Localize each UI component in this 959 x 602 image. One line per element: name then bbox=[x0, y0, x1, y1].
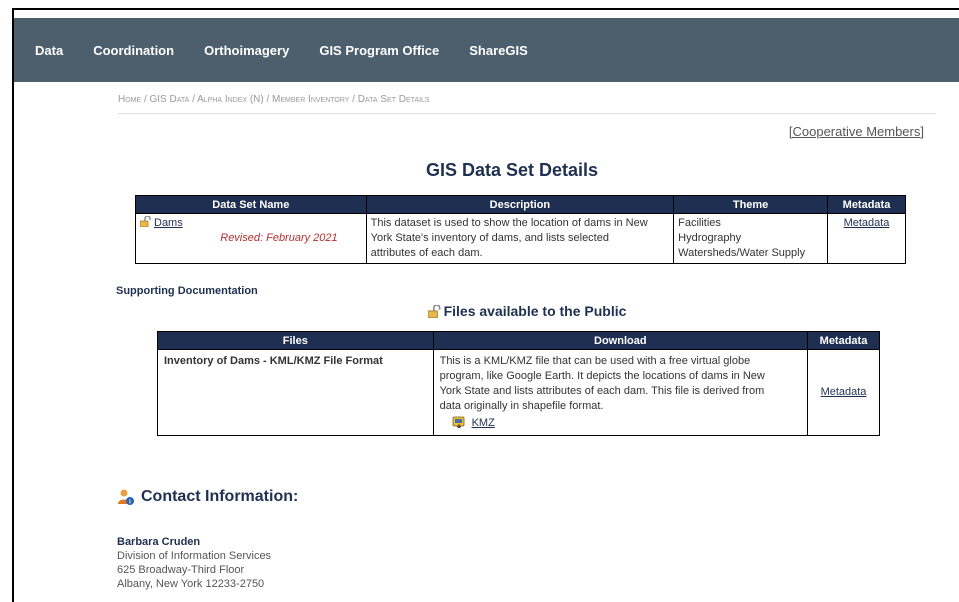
files-public-title: Files available to the Public bbox=[0, 303, 959, 319]
col-header-metadata: Metadata bbox=[827, 195, 906, 214]
description-line: This dataset is used to show the locatio… bbox=[370, 217, 648, 229]
description-line: attributes of each dam. bbox=[370, 247, 483, 259]
description-cell: This dataset is used to show the locatio… bbox=[365, 213, 675, 264]
table-row: Dams Revised: February 2021 This dataset… bbox=[135, 213, 906, 264]
theme-item: Facilities bbox=[678, 217, 721, 229]
dataset-link-dams[interactable]: Dams bbox=[154, 217, 183, 229]
theme-item: Hydrography bbox=[678, 232, 742, 244]
contact-title: Contact Information: bbox=[141, 488, 299, 505]
supporting-documentation-title: Supporting Documentation bbox=[116, 285, 258, 297]
metadata-link[interactable]: Metadata bbox=[844, 217, 890, 229]
file-metadata-link[interactable]: Metadata bbox=[821, 386, 867, 398]
cooperative-members-link[interactable]: [Cooperative Members] bbox=[789, 124, 924, 139]
revised-date: Revised: February 2021 bbox=[220, 232, 338, 244]
contact-line: 625 Broadway-Third Floor bbox=[117, 564, 245, 576]
contact-line: Albany, New York 12233-2750 bbox=[117, 578, 265, 590]
download-file-icon bbox=[452, 416, 464, 428]
contact-person-icon: i bbox=[118, 489, 134, 506]
download-line: York State and lists attributes of each … bbox=[439, 385, 765, 397]
page-title: GIS Data Set Details bbox=[425, 160, 599, 180]
main-navbar: Data Coordination Orthoimagery GIS Progr… bbox=[14, 18, 959, 82]
col-header-theme: Theme bbox=[673, 195, 829, 214]
kmz-link[interactable]: KMZ bbox=[472, 417, 495, 429]
col-header-name: Data Set Name bbox=[135, 195, 367, 214]
files-table-header: Files Download Metadata bbox=[157, 331, 880, 350]
col-header-files: Files bbox=[157, 331, 434, 350]
files-table: Files Download Metadata Inventory of Dam… bbox=[157, 331, 880, 436]
contact-line: Division of Information Services bbox=[117, 550, 272, 562]
files-public-label: Files available to the Public bbox=[443, 303, 627, 319]
contact-name: Barbara Cruden bbox=[117, 536, 201, 548]
download-line: This is a KML/KMZ file that can be used … bbox=[439, 355, 751, 367]
download-line: program, like Google Earth. It depicts t… bbox=[439, 370, 765, 382]
nav-item-data[interactable]: Data bbox=[35, 43, 63, 58]
file-name-cell: Inventory of Dams - KML/KMZ File Format bbox=[157, 349, 434, 436]
table-row: Inventory of Dams - KML/KMZ File Format … bbox=[157, 349, 880, 436]
download-line: data originally in shapefile format. bbox=[439, 400, 604, 412]
col-header-file-metadata: Metadata bbox=[807, 331, 880, 350]
breadcrumb[interactable]: Home / GIS Data / Alpha Index (N) / Memb… bbox=[118, 94, 936, 114]
metadata-cell: Metadata bbox=[827, 213, 906, 264]
kmz-download[interactable]: KMZ bbox=[440, 416, 801, 431]
cooperative-members-label[interactable]: Cooperative Members bbox=[792, 124, 920, 139]
file-metadata-cell: Metadata bbox=[807, 349, 880, 436]
col-header-description: Description bbox=[365, 195, 675, 214]
download-cell: This is a KML/KMZ file that can be used … bbox=[432, 349, 809, 436]
nav-item-gis-program-office[interactable]: GIS Program Office bbox=[319, 43, 439, 58]
nav-item-coordination[interactable]: Coordination bbox=[93, 43, 174, 58]
contact-info: Barbara Cruden Division of Information S… bbox=[117, 535, 271, 591]
unlock-icon bbox=[140, 216, 151, 227]
nav-item-sharegis[interactable]: ShareGIS bbox=[469, 43, 528, 58]
col-header-download: Download bbox=[432, 331, 809, 350]
dataset-table-header: Data Set Name Description Theme Metadata bbox=[135, 195, 906, 214]
nav-item-orthoimagery[interactable]: Orthoimagery bbox=[204, 43, 289, 58]
unlock-icon bbox=[427, 305, 441, 318]
dataset-name-cell: Dams Revised: February 2021 bbox=[135, 213, 367, 264]
theme-item: Watersheds/Water Supply bbox=[678, 247, 806, 259]
theme-cell: Facilities Hydrography Watersheds/Water … bbox=[673, 213, 829, 264]
description-line: York State's inventory of dams, and list… bbox=[370, 232, 609, 244]
contact-header: i Contact Information: bbox=[117, 488, 298, 506]
dataset-table: Data Set Name Description Theme Metadata… bbox=[135, 195, 906, 264]
